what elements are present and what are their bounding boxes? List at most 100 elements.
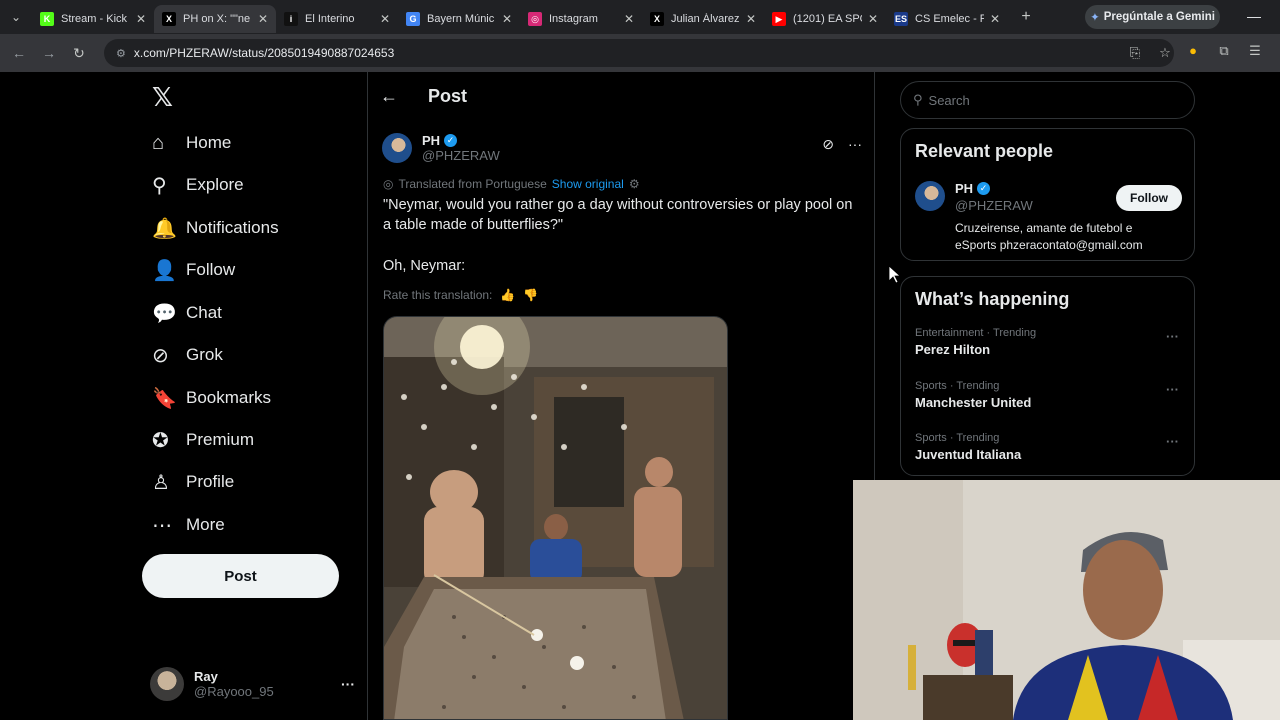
sidebar-item-chat[interactable]: 💬 Chat bbox=[140, 293, 222, 333]
browser-tab[interactable]: ES CS Emelec - F ✕ bbox=[886, 5, 1008, 33]
sidebar-item-profile[interactable]: ♙ Profile bbox=[140, 462, 234, 502]
browser-tab[interactable]: G Bayern Múnic ✕ bbox=[398, 5, 520, 33]
rate-translation-label: Rate this translation: bbox=[383, 288, 493, 302]
browser-tab[interactable]: X PH on X: ""ne ✕ bbox=[154, 5, 276, 33]
ask-gemini-button[interactable]: ✦ Pregúntale a Gemini bbox=[1085, 5, 1220, 29]
tab-favicon-icon: X bbox=[162, 12, 176, 26]
tab-close-icon[interactable]: ✕ bbox=[258, 12, 268, 26]
avatar bbox=[150, 667, 184, 701]
trend-item[interactable]: Entertainment · Trending Perez Hilton ··· bbox=[915, 327, 1185, 357]
whats-happening-card: What’s happening Entertainment · Trendin… bbox=[900, 276, 1195, 476]
tab-list: K Stream - Kick ✕ X PH on X: ""ne ✕ i El Interi… bbox=[32, 1, 1008, 33]
tab-close-icon[interactable]: ✕ bbox=[990, 12, 1000, 26]
tab-close-icon[interactable]: ✕ bbox=[136, 12, 146, 26]
browser-tab[interactable]: ▶ (1201) EA SPO ✕ bbox=[764, 5, 886, 33]
account-handle: @Rayooo_95 bbox=[194, 684, 274, 699]
tab-close-icon[interactable]: ✕ bbox=[502, 12, 512, 26]
x-logo-icon[interactable]: 𝕏 bbox=[152, 84, 178, 110]
extensions-puzzle-icon[interactable]: ⧉ bbox=[1215, 43, 1233, 59]
trend-more-icon[interactable]: ··· bbox=[1166, 434, 1179, 449]
trend-item[interactable]: Sports · Trending Juventud Italiana ··· bbox=[915, 432, 1185, 462]
person-bio: Cruzeirense, amante de futebol e eSports… bbox=[955, 221, 1143, 252]
post-author: PH ✓ @PHZERAW ⊘ ··· bbox=[382, 128, 862, 168]
tab-title: Instagram bbox=[549, 13, 598, 25]
sidebar-item-label: Bookmarks bbox=[186, 388, 272, 407]
browser-tab[interactable]: i El Interino ✕ bbox=[276, 5, 398, 33]
gemini-icon: ✦ bbox=[1090, 12, 1100, 24]
bookmark-star-icon[interactable]: ☆ bbox=[1156, 45, 1174, 61]
install-app-icon[interactable]: ⎘ bbox=[1126, 45, 1144, 61]
trend-context: Entertainment · Trending bbox=[915, 327, 1037, 339]
author-avatar[interactable] bbox=[382, 133, 412, 163]
tab-title: Stream - Kick bbox=[61, 13, 128, 25]
sidebar-item-label: Grok bbox=[186, 345, 223, 364]
relevant-people-card: Relevant people PH ✓ @PHZERAW Cruzeirense… bbox=[900, 128, 1195, 261]
sidebar-item-grok[interactable]: ⊘ Grok bbox=[140, 335, 223, 375]
post-more-icon[interactable]: ··· bbox=[848, 136, 862, 153]
sidebar-item-home[interactable]: ⌂ Home bbox=[140, 123, 231, 163]
sidebar-item-premium[interactable]: ✪ Premium bbox=[140, 420, 254, 460]
post-video[interactable] bbox=[383, 316, 728, 720]
tab-title: (1201) EA SPO bbox=[793, 13, 862, 25]
verified-badge-icon: ✓ bbox=[444, 134, 458, 147]
tab-close-icon[interactable]: ✕ bbox=[868, 12, 878, 26]
browser-toolbar: ← → ↻ ⚙ x.com/PHZERAW/status/20850194908… bbox=[0, 34, 1280, 72]
sidebar-item-follow[interactable]: 👤 Follow bbox=[140, 250, 235, 290]
account-switcher[interactable]: Ray @Rayooo_95 ··· bbox=[150, 662, 355, 706]
author-handle[interactable]: @PHZERAW bbox=[422, 148, 500, 163]
sidebar-item-more[interactable]: ⋯ More bbox=[140, 505, 225, 545]
sidebar-item-notifications[interactable]: 🔔 Notifications bbox=[140, 208, 279, 248]
webcam-frame bbox=[853, 480, 1280, 720]
browser-tab[interactable]: K Stream - Kick ✕ bbox=[32, 5, 154, 33]
back-arrow-icon[interactable]: ← bbox=[380, 86, 420, 107]
browser-tab[interactable]: ◎ Instagram ✕ bbox=[520, 5, 642, 33]
thumbs-up-icon[interactable]: 👍 bbox=[500, 288, 515, 302]
profile-color-icon[interactable]: ● bbox=[1184, 43, 1202, 59]
sidebar-item-label: Follow bbox=[186, 260, 236, 279]
tab-title: Julian Álvarez bbox=[671, 13, 740, 25]
tab-favicon-icon: X bbox=[650, 12, 664, 26]
back-button[interactable]: ← bbox=[4, 38, 34, 68]
search-icon: ⚲ bbox=[913, 92, 923, 107]
post-detail-column: ← Post PH ✓ @PHZERAW ⊘ ··· ◎ Translated f… bbox=[367, 72, 875, 720]
browser-tab[interactable]: X Julian Álvarez ✕ bbox=[642, 5, 764, 33]
tab-close-icon[interactable]: ✕ bbox=[746, 12, 756, 26]
translation-notice: ◎ Translated from Portuguese Show origin… bbox=[383, 177, 640, 191]
person-avatar[interactable] bbox=[915, 181, 945, 211]
tab-close-icon[interactable]: ✕ bbox=[624, 12, 634, 26]
person-name[interactable]: PH bbox=[955, 181, 973, 196]
forward-button[interactable]: → bbox=[34, 38, 64, 68]
search-input[interactable]: ⚲ Search bbox=[900, 81, 1195, 119]
sidebar-item-explore[interactable]: ⚲ Explore bbox=[140, 165, 244, 205]
follow-button[interactable]: Follow bbox=[1116, 185, 1182, 211]
sidebar-item-bookmarks[interactable]: 🔖 Bookmarks bbox=[140, 378, 271, 418]
tab-close-icon[interactable]: ✕ bbox=[380, 12, 390, 26]
sidebar-item-label: Explore bbox=[186, 175, 244, 194]
grok-explain-icon[interactable]: ⊘ bbox=[822, 136, 834, 153]
trend-more-icon[interactable]: ··· bbox=[1166, 329, 1179, 344]
bell-icon: 🔔 bbox=[152, 217, 177, 240]
sidebar-item-label: Premium bbox=[186, 430, 255, 449]
browser-tab-strip: ⌄ K Stream - Kick ✕ X PH on X: ""ne ✕ i El Inte… bbox=[0, 0, 1280, 34]
author-name[interactable]: PH bbox=[422, 133, 440, 148]
window-minimize-button[interactable]: — bbox=[1244, 8, 1264, 24]
browser-menu-icon[interactable]: ☰ bbox=[1246, 43, 1264, 59]
show-original-link[interactable]: Show original bbox=[552, 177, 624, 191]
trend-more-icon[interactable]: ··· bbox=[1166, 382, 1179, 397]
post-text: "Neymar, would you rather go a day witho… bbox=[383, 195, 853, 297]
trend-name: Manchester United bbox=[915, 395, 1032, 410]
tab-search-chevron-icon[interactable]: ⌄ bbox=[0, 0, 32, 34]
translation-settings-icon[interactable]: ⚙ bbox=[629, 177, 640, 191]
profile-icon: ♙ bbox=[152, 471, 170, 494]
account-more-icon[interactable]: ··· bbox=[341, 676, 355, 692]
compose-post-button[interactable]: Post bbox=[142, 554, 339, 598]
reload-button[interactable]: ↻ bbox=[64, 38, 94, 68]
trend-item[interactable]: Sports · Trending Manchester United ··· bbox=[915, 380, 1185, 410]
thumbs-down-icon[interactable]: 👎 bbox=[523, 288, 538, 302]
site-info-icon[interactable]: ⚙ bbox=[116, 47, 126, 60]
new-tab-button[interactable]: + bbox=[1012, 3, 1040, 31]
grok-icon: ⊘ bbox=[152, 344, 169, 367]
tab-favicon-icon: ▶ bbox=[772, 12, 786, 26]
address-bar[interactable]: ⚙ x.com/PHZERAW/status/20850194908870246… bbox=[104, 39, 1174, 67]
mouse-cursor-icon bbox=[889, 266, 901, 284]
